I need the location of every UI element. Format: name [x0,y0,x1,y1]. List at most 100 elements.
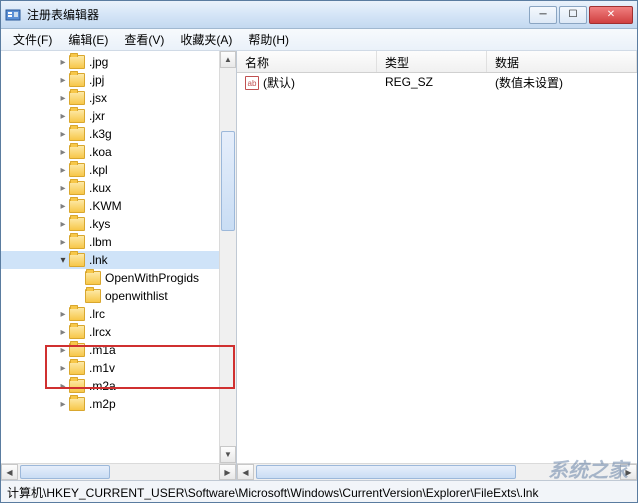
expand-icon[interactable]: ▸ [57,57,69,68]
expand-icon[interactable]: ▸ [57,309,69,320]
tree-item[interactable]: ▸ .lrcx [1,323,236,341]
value-row[interactable]: ab(默认)REG_SZ(数值未设置) [237,73,637,91]
menu-view[interactable]: 查看(V) [116,29,172,50]
values-pane: 名称 类型 数据 ab(默认)REG_SZ(数值未设置) ◀ ▶ [237,51,637,480]
scroll-up-icon[interactable]: ▲ [220,51,236,68]
string-value-icon: ab [245,76,259,90]
tree-item-label: .k3g [89,127,112,141]
tree-item[interactable]: ▸ .jpj [1,71,236,89]
expand-icon[interactable]: ▸ [57,327,69,338]
tree-item-label: .koa [89,145,112,159]
tree-item[interactable]: ▸ .jxr [1,107,236,125]
expand-icon[interactable]: ▸ [57,183,69,194]
folder-icon [69,199,85,213]
tree-item-label: openwithlist [105,289,168,303]
collapse-icon[interactable]: ▾ [57,255,69,266]
tree-item[interactable]: ▸.jpg [1,53,236,71]
expand-icon[interactable]: ▸ [57,75,69,86]
tree-item[interactable]: ▸.lrc [1,305,236,323]
expand-icon[interactable]: ▸ [57,399,69,410]
expand-icon[interactable]: ▸ [57,219,69,230]
tree-item-label: .lrcx [89,325,111,339]
tree-item[interactable]: ▸.kux [1,179,236,197]
tree-vertical-scrollbar[interactable]: ▲ ▼ [219,51,236,463]
tree-item[interactable]: ▸ .m2a [1,377,236,395]
values-header: 名称 类型 数据 [237,51,637,73]
scroll-thumb-h[interactable] [20,465,110,479]
tree-horizontal-scrollbar[interactable]: ◀ ▶ [1,463,236,480]
folder-icon [69,253,85,267]
expand-icon[interactable]: ▸ [57,147,69,158]
scroll-thumb-h[interactable] [256,465,516,479]
maximize-button[interactable]: ☐ [559,6,587,24]
menu-file[interactable]: 文件(F) [5,29,60,50]
minimize-button[interactable]: ─ [529,6,557,24]
tree-item-label: .m2p [89,397,116,411]
expand-icon[interactable]: ▸ [57,363,69,374]
expand-icon[interactable]: ▸ [57,381,69,392]
scroll-down-icon[interactable]: ▼ [220,446,236,463]
registry-tree[interactable]: ▸.jpg▸.jpj▸.jsx▸.jxr▸.k3g▸.koa▸.kpl▸.kux… [1,51,236,463]
folder-icon [69,109,85,123]
folder-icon [69,163,85,177]
tree-item[interactable]: ▸.lbm [1,233,236,251]
tree-item[interactable]: ▸ .kys [1,215,236,233]
expand-icon[interactable]: ▸ [57,129,69,140]
folder-icon [69,145,85,159]
tree-item[interactable]: ▸.kpl [1,161,236,179]
values-horizontal-scrollbar[interactable]: ◀ ▶ [237,463,637,480]
tree-item-label: .jsx [89,91,107,105]
scroll-right-icon[interactable]: ▶ [219,464,236,480]
folder-icon [69,55,85,69]
values-list[interactable]: ab(默认)REG_SZ(数值未设置) [237,73,637,463]
expand-icon[interactable]: ▸ [57,201,69,212]
menu-edit[interactable]: 编辑(E) [60,29,116,50]
expand-icon[interactable]: ▸ [57,345,69,356]
tree-item[interactable]: ▸.KWM [1,197,236,215]
expand-icon[interactable]: ▸ [57,165,69,176]
tree-item-label: .kys [89,217,110,231]
expand-icon[interactable]: ▸ [57,237,69,248]
tree-pane: ▸.jpg▸.jpj▸.jsx▸.jxr▸.k3g▸.koa▸.kpl▸.kux… [1,51,237,480]
titlebar[interactable]: 注册表编辑器 ─ ☐ ✕ [1,1,637,29]
folder-icon [69,343,85,357]
window-controls: ─ ☐ ✕ [529,6,633,24]
column-name[interactable]: 名称 [237,51,377,72]
menubar: 文件(F) 编辑(E) 查看(V) 收藏夹(A) 帮助(H) [1,29,637,51]
tree-item-label: .lnk [89,253,108,267]
tree-item-label: .m2a [89,379,116,393]
expand-icon[interactable]: ▸ [57,111,69,122]
tree-item-label: .m1v [89,361,115,375]
column-type[interactable]: 类型 [377,51,487,72]
window-title: 注册表编辑器 [27,6,529,23]
menu-favorites[interactable]: 收藏夹(A) [172,29,240,50]
folder-icon [69,73,85,87]
tree-item[interactable]: ▸ .koa [1,143,236,161]
scroll-left-icon[interactable]: ◀ [1,464,18,480]
close-button[interactable]: ✕ [589,6,633,24]
tree-item[interactable]: ▾ .lnk [1,251,236,269]
folder-icon [85,271,101,285]
scroll-thumb[interactable] [221,131,235,231]
tree-item[interactable]: ▸ .m2p [1,395,236,413]
tree-item[interactable]: ▸ .jsx [1,89,236,107]
tree-item[interactable]: openwithlist [1,287,236,305]
value-data-cell: (数值未设置) [487,74,637,91]
tree-item[interactable]: OpenWithProgids [1,269,236,287]
scroll-left-icon[interactable]: ◀ [237,464,254,480]
tree-item-label: .m1a [89,343,116,357]
folder-icon [69,361,85,375]
tree-item[interactable]: ▸ .m1a [1,341,236,359]
tree-item[interactable]: ▸ .k3g [1,125,236,143]
expand-icon[interactable]: ▸ [57,93,69,104]
value-name-cell: ab(默认) [237,74,377,91]
tree-item[interactable]: ▸ .m1v [1,359,236,377]
folder-icon [69,127,85,141]
menu-help[interactable]: 帮助(H) [240,29,297,50]
tree-item-label: .jpj [89,73,104,87]
tree-item-label: .jxr [89,109,105,123]
status-path: 计算机\HKEY_CURRENT_USER\Software\Microsoft… [7,486,538,500]
folder-icon [69,307,85,321]
column-data[interactable]: 数据 [487,51,637,72]
scroll-right-icon[interactable]: ▶ [620,464,637,480]
